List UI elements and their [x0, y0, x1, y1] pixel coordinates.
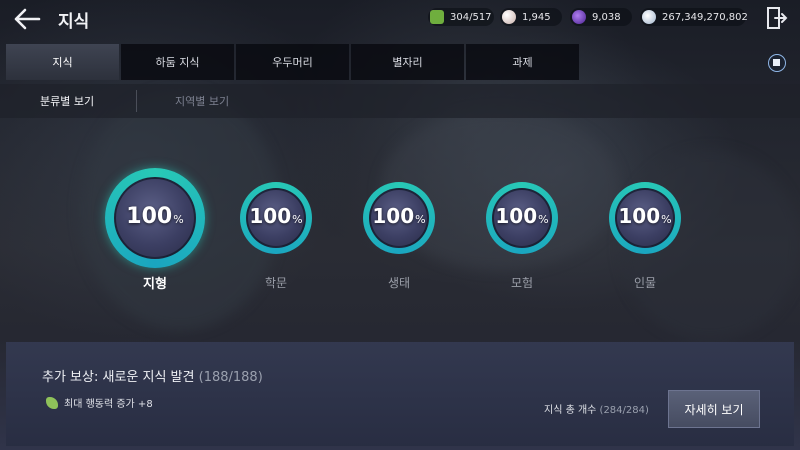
- category-percent: 100%: [126, 204, 184, 229]
- subtab-by-category[interactable]: 분류별 보기: [40, 93, 94, 109]
- pearl-icon: [502, 10, 516, 24]
- tab-knowledge[interactable]: 지식: [6, 44, 119, 80]
- category-percent: 100%: [249, 204, 303, 228]
- exit-door-icon[interactable]: [766, 6, 788, 30]
- currency-value: 1,945: [522, 11, 551, 23]
- reward-title: 추가 보상: 새로운 지식 발견 (188/188): [42, 370, 263, 385]
- category-label: 생태: [387, 276, 411, 290]
- leaf-icon: [46, 396, 58, 409]
- currency-crystal[interactable]: 9,038: [570, 8, 632, 26]
- category-label: 지형: [143, 277, 167, 292]
- currency-value: 304/517: [450, 11, 492, 23]
- tab-constellation[interactable]: 별자리: [351, 44, 464, 80]
- category-percent: 100%: [372, 204, 426, 228]
- category-percent: 100%: [618, 204, 672, 228]
- currency-silver[interactable]: 267,349,270,802: [640, 8, 748, 26]
- view-mode-tabs: 분류별 보기 지역별 보기: [0, 84, 800, 118]
- category-label: 학문: [264, 276, 288, 290]
- reward-count: (188/188): [198, 370, 263, 385]
- currency-value: 267,349,270,802: [662, 11, 748, 23]
- subtab-by-region[interactable]: 지역별 보기: [175, 93, 229, 109]
- back-arrow-icon[interactable]: [12, 6, 42, 32]
- currency-value: 9,038: [592, 11, 621, 23]
- view-details-button[interactable]: 자세히 보기: [668, 390, 760, 428]
- tab-hadum-knowledge[interactable]: 하둠 지식: [121, 44, 234, 80]
- category-percent: 100%: [495, 204, 549, 228]
- reward-effect: 최대 행동력 증가 +8: [46, 395, 153, 410]
- top-bar: 지식 304/517 1,945 9,038 267,349,270,802: [0, 0, 800, 38]
- energy-icon: [430, 10, 444, 24]
- category-label: 모험: [510, 276, 534, 290]
- total-knowledge-count: 지식 총 개수 (284/284): [544, 405, 649, 416]
- reward-effect-text: 최대 행동력 증가 +8: [64, 399, 153, 410]
- subtab-divider: [136, 90, 137, 112]
- category-label: 인물: [633, 276, 657, 290]
- currency-energy[interactable]: 304/517: [428, 8, 494, 26]
- tab-boss[interactable]: 우두머리: [236, 44, 349, 80]
- reward-panel: 추가 보상: 새로운 지식 발견 (188/188) 최대 행동력 증가 +8 …: [6, 342, 794, 446]
- crystal-icon: [572, 10, 586, 24]
- silver-icon: [642, 10, 656, 24]
- main-tabs: 지식 하둠 지식 우두머리 별자리 과제: [6, 44, 581, 80]
- currency-pearl[interactable]: 1,945: [500, 8, 562, 26]
- page-title: 지식: [58, 12, 90, 32]
- help-book-icon[interactable]: [768, 54, 786, 72]
- tab-tasks[interactable]: 과제: [466, 44, 579, 80]
